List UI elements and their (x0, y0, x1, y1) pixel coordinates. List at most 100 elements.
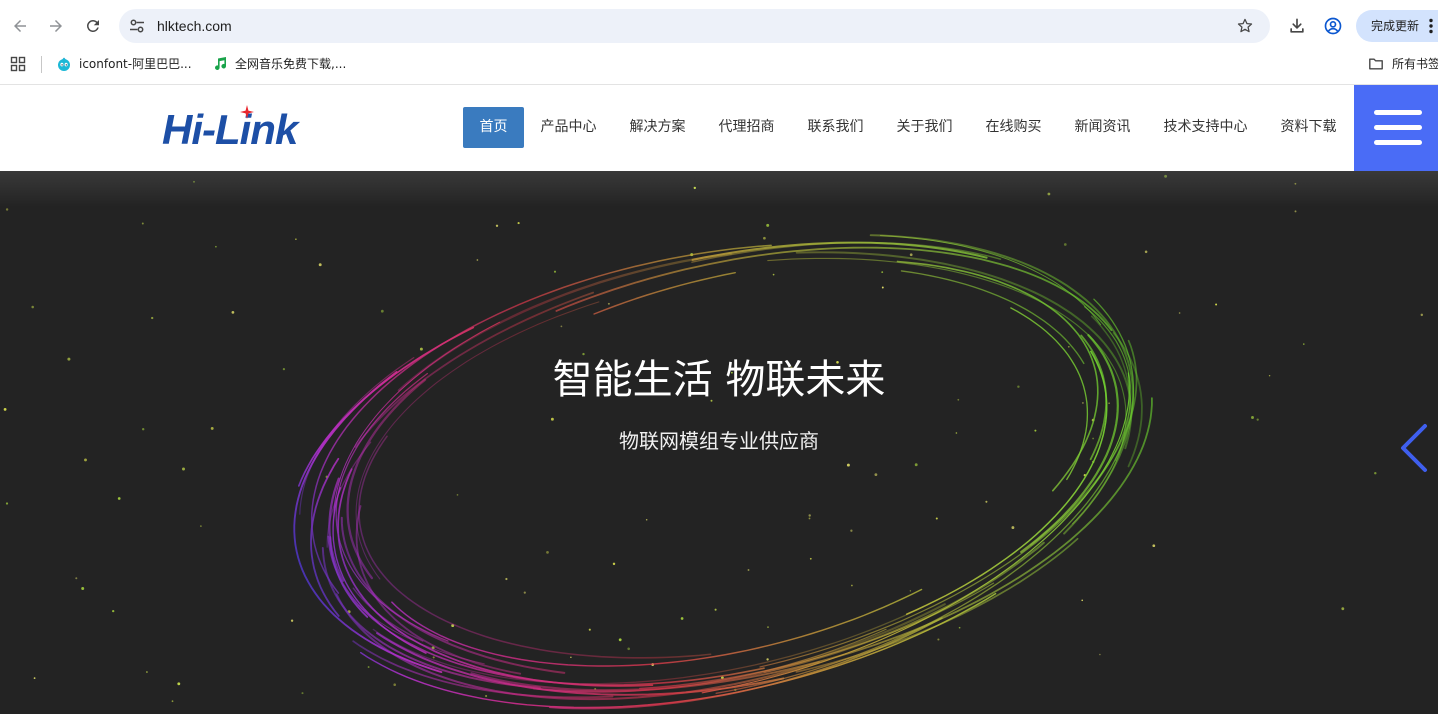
reload-button[interactable] (81, 14, 105, 38)
hero-title: 智能生活 物联未来 (552, 357, 886, 403)
nav-item-home[interactable]: 首页 (463, 107, 524, 148)
address-bar-url[interactable]: hlktech.com (157, 9, 232, 43)
background-star (1303, 343, 1305, 345)
background-star (380, 309, 384, 313)
background-star (874, 473, 878, 477)
background-star (81, 587, 85, 590)
background-star (1067, 345, 1070, 348)
background-star (1215, 303, 1218, 306)
nav-item-solutions[interactable]: 解决方案 (613, 107, 702, 148)
background-star (31, 305, 34, 309)
background-star (151, 316, 154, 320)
bookmark-iconfont[interactable]: iconfont-阿里巴巴... (54, 53, 199, 75)
background-star (1152, 544, 1156, 548)
bookmarks-bar: iconfont-阿里巴巴... 全网音乐免费下载,... 所有书签 (0, 51, 1438, 85)
background-star (84, 458, 87, 462)
hero-subtitle: 物联网模组专业供应商 (619, 429, 819, 453)
bookmark-star-button[interactable] (1236, 17, 1254, 35)
background-star (112, 609, 115, 613)
hero-ring-arc (691, 241, 988, 261)
background-star (1063, 243, 1067, 246)
background-star (495, 224, 499, 227)
background-star (1251, 416, 1254, 419)
background-star (33, 677, 36, 679)
background-star (909, 590, 912, 592)
background-star (318, 263, 322, 267)
background-star (141, 222, 144, 225)
background-star (612, 562, 616, 566)
background-star (523, 591, 526, 594)
background-star (550, 417, 554, 421)
background-star (177, 682, 181, 686)
hi-link-logo[interactable]: Hi-Link (162, 109, 298, 151)
browser-toolbar: hlktech.com 完成更新 (0, 0, 1438, 51)
downloads-button[interactable] (1285, 14, 1309, 38)
hero-ring-arc (795, 251, 1133, 450)
background-star (809, 557, 812, 560)
background-star (182, 467, 185, 471)
all-bookmarks-label: 所有书签 (1392, 57, 1438, 71)
background-star (456, 494, 459, 496)
all-bookmarks-button[interactable]: 所有书签 (1366, 53, 1438, 75)
background-star (618, 638, 622, 642)
hero-ring-arc (293, 371, 443, 674)
background-star (1099, 653, 1101, 656)
hamburger-menu-button[interactable] (1354, 85, 1438, 171)
background-star (505, 577, 508, 581)
background-star (476, 259, 479, 261)
hero-ring (293, 234, 1153, 710)
background-star (517, 222, 520, 225)
background-star (808, 517, 811, 520)
background-star (117, 497, 121, 500)
nav-item-agents[interactable]: 代理招商 (702, 107, 791, 148)
back-button[interactable] (8, 14, 32, 38)
background-star (772, 273, 775, 276)
nav-item-downloads[interactable]: 资料下载 (1264, 107, 1353, 148)
site-header: Hi-Link 首页 产品中心 解决方案 代理招商 联系我们 关于我们 在线购买… (0, 85, 1438, 171)
site-info-button[interactable] (128, 17, 146, 35)
background-star (937, 638, 940, 641)
background-star (560, 325, 563, 328)
bookmarks-separator (41, 56, 42, 73)
background-star (1081, 599, 1084, 602)
background-star (1144, 250, 1148, 254)
background-star (367, 666, 370, 668)
forward-button[interactable] (44, 14, 68, 38)
hamburger-icon (1374, 110, 1422, 115)
back-arrow-icon (14, 20, 26, 32)
bookmark-music-download[interactable]: 全网音乐免费下载,... (210, 53, 360, 75)
nav-item-products[interactable]: 产品中心 (524, 107, 613, 148)
nav-item-about[interactable]: 关于我们 (880, 107, 969, 148)
background-star (747, 569, 750, 571)
profile-button[interactable] (1321, 14, 1345, 38)
background-star (1256, 418, 1259, 421)
hero-ring-arc (763, 603, 946, 674)
background-star (393, 683, 396, 686)
apps-button[interactable] (10, 56, 26, 72)
chevron-left-icon (1401, 424, 1427, 472)
background-star (1374, 471, 1377, 475)
background-star (958, 626, 961, 629)
hero-banner: 智能生活 物联未来 物联网模组专业供应商 (0, 171, 1438, 714)
background-star (301, 692, 304, 695)
background-star (485, 694, 488, 698)
apps-grid-icon (10, 56, 26, 72)
nav-item-news[interactable]: 新闻资讯 (1058, 107, 1147, 148)
update-chrome-button[interactable]: 完成更新 (1356, 10, 1438, 42)
music-note-icon (215, 57, 226, 70)
background-star (171, 700, 174, 703)
star-icon (1237, 18, 1253, 33)
tune-icon (130, 19, 144, 33)
address-bar[interactable]: hlktech.com (119, 9, 1270, 43)
background-star (766, 223, 770, 227)
carousel-prev-button[interactable] (1398, 423, 1430, 473)
nav-item-buy-online[interactable]: 在线购买 (969, 107, 1058, 148)
nav-item-contact[interactable]: 联系我们 (791, 107, 880, 148)
background-star (3, 408, 7, 411)
background-star (607, 302, 610, 305)
bookmark-label: iconfont-阿里巴巴... (79, 57, 192, 71)
hamburger-icon (1374, 140, 1422, 145)
nav-item-tech-support[interactable]: 技术支持中心 (1147, 107, 1264, 148)
background-star (909, 253, 913, 257)
background-star (985, 500, 988, 503)
